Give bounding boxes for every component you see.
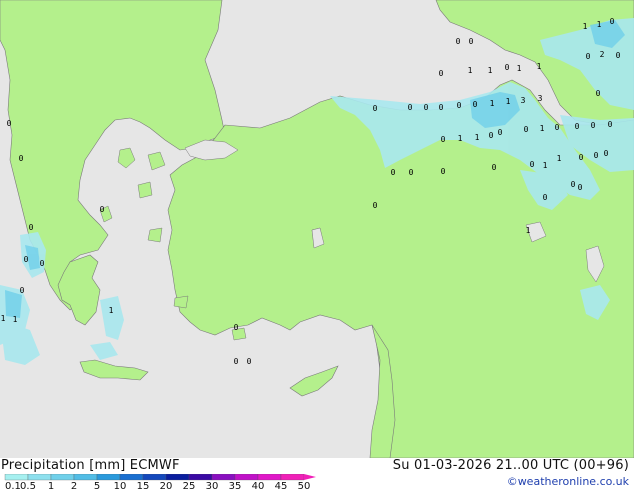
scale-swatch [96, 474, 121, 481]
scale-swatch [257, 474, 282, 481]
precip-value-label: 0 [579, 153, 584, 162]
precip-value-label: 0 [610, 17, 615, 26]
precip-value-label: 0 [591, 121, 596, 130]
scale-tick-label: 45 [275, 481, 288, 490]
scale-swatch [211, 474, 236, 481]
precipitation-color-scale: 0.1 0.5 1 2 5 10 15 20 25 30 35 40 45 50 [4, 474, 316, 490]
precip-value-label: 0 [7, 119, 12, 128]
precip-value-label: 0 [608, 120, 613, 129]
precip-value-label: 0 [596, 89, 601, 98]
scale-tick-label: 50 [298, 481, 311, 490]
scale-swatch [73, 474, 98, 481]
precip-value-label: 1 [109, 306, 114, 315]
precip-value-label: 0 [498, 128, 503, 137]
scale-tick-label: 10 [114, 481, 127, 490]
scale-swatch [142, 474, 167, 481]
precip-value-label: 0 [373, 201, 378, 210]
precip-value-label: 0 [391, 168, 396, 177]
scale-arrow [304, 474, 316, 480]
precip-value-label: 1 [540, 124, 545, 133]
precip-value-label: 1 [597, 20, 602, 29]
precip-value-label: 1 [468, 66, 473, 75]
precip-value-label: 0 [24, 255, 29, 264]
precip-value-label: 1 [488, 66, 493, 75]
scale-swatch [119, 474, 144, 481]
precipitation-map: 0 00 1 1 0 1 11 120000 0 0 0 0 0 1 1 3 300 1 1 00 1 0 0 0 000 0 0 0… [0, 0, 634, 458]
scale-tick-label: 25 [183, 481, 196, 490]
precip-value-label: 0 [457, 101, 462, 110]
precip-value-label: 0 [571, 180, 576, 189]
precip-value-label: 0 [616, 51, 621, 60]
precip-value-label: 0 [439, 69, 444, 78]
scale-swatch [4, 474, 29, 481]
precip-value-label: 1 [475, 133, 480, 142]
scale-tick-label: 0.5 [20, 481, 36, 490]
precip-value-label: 0 [40, 259, 45, 268]
precip-value-label: 0 [456, 37, 461, 46]
precip-value-label: 1 [543, 161, 548, 170]
precip-value-label: 1 [517, 64, 522, 73]
footer-bar: Precipitation [mm] ECMWF Su 01-03-2026 2… [0, 458, 634, 490]
precip-value-label: 0 [594, 151, 599, 160]
scale-tick-label: 35 [229, 481, 242, 490]
precip-value-label: 0 [234, 357, 239, 366]
precip-value-label: 0 [578, 183, 583, 192]
precip-value-label: 1 [458, 134, 463, 143]
precip-value-label: 0 [586, 52, 591, 61]
scale-tick-label: 40 [252, 481, 265, 490]
scale-tick-label: 15 [137, 481, 150, 490]
precip-value-label: 3 [521, 96, 526, 105]
scale-tick-label: 20 [160, 481, 173, 490]
precip-value-label: 2 [600, 50, 605, 59]
scale-swatch [188, 474, 213, 481]
scale-swatch [50, 474, 75, 481]
scale-swatch [165, 474, 190, 481]
precip-value-label: 0 [373, 104, 378, 113]
precip-value-label: 0 [575, 122, 580, 131]
precip-value-label: 0 [247, 357, 252, 366]
scale-swatch [27, 474, 52, 481]
precip-value-label: 1 [526, 226, 531, 235]
scale-swatch [280, 474, 305, 481]
precip-value-label: 0 [234, 323, 239, 332]
scale-tick-label: 0.1 [5, 481, 21, 490]
precip-value-label: 0 [19, 154, 24, 163]
precip-value-label: 0 [524, 125, 529, 134]
precip-value-label: 0 [409, 168, 414, 177]
precip-value-label: 0 [100, 205, 105, 214]
scale-swatch [234, 474, 259, 481]
precip-value-label: 0 [555, 123, 560, 132]
credit-link[interactable]: ©weatheronline.co.uk [507, 475, 629, 488]
precip-value-label: 0 [473, 100, 478, 109]
precip-value-label: 0 [29, 223, 34, 232]
precip-value-label: 1 [1, 314, 6, 323]
precip-value-label: 1 [490, 99, 495, 108]
precip-value-label: 1 [13, 315, 18, 324]
scale-tick-label: 30 [206, 481, 219, 490]
precip-value-label: 0 [424, 103, 429, 112]
precip-value-label: 1 [583, 22, 588, 31]
scale-tick-label: 2 [71, 481, 77, 490]
precip-value-label: 1 [557, 154, 562, 163]
precip-value-label: 0 [489, 131, 494, 140]
precip-value-label: 0 [441, 135, 446, 144]
precip-value-label: 0 [441, 167, 446, 176]
precip-value-label: 1 [506, 97, 511, 106]
precip-value-label: 0 [20, 286, 25, 295]
precip-value-label: 3 [538, 94, 543, 103]
precip-value-label: 0 [439, 103, 444, 112]
precip-value-label: 0 [408, 103, 413, 112]
precip-value-label: 1 [537, 62, 542, 71]
precip-value-label: 0 [530, 160, 535, 169]
scale-tick-label: 5 [94, 481, 100, 490]
product-title: Precipitation [mm] ECMWF [1, 458, 180, 473]
valid-datetime: Su 01-03-2026 21..00 UTC (00+96) [392, 458, 629, 473]
precip-value-label: 0 [604, 149, 609, 158]
precip-value-label: 0 [469, 37, 474, 46]
precip-value-label: 0 [492, 163, 497, 172]
scale-tick-label: 1 [48, 481, 54, 490]
precip-value-label: 0 [505, 63, 510, 72]
precip-value-label: 0 [543, 193, 548, 202]
